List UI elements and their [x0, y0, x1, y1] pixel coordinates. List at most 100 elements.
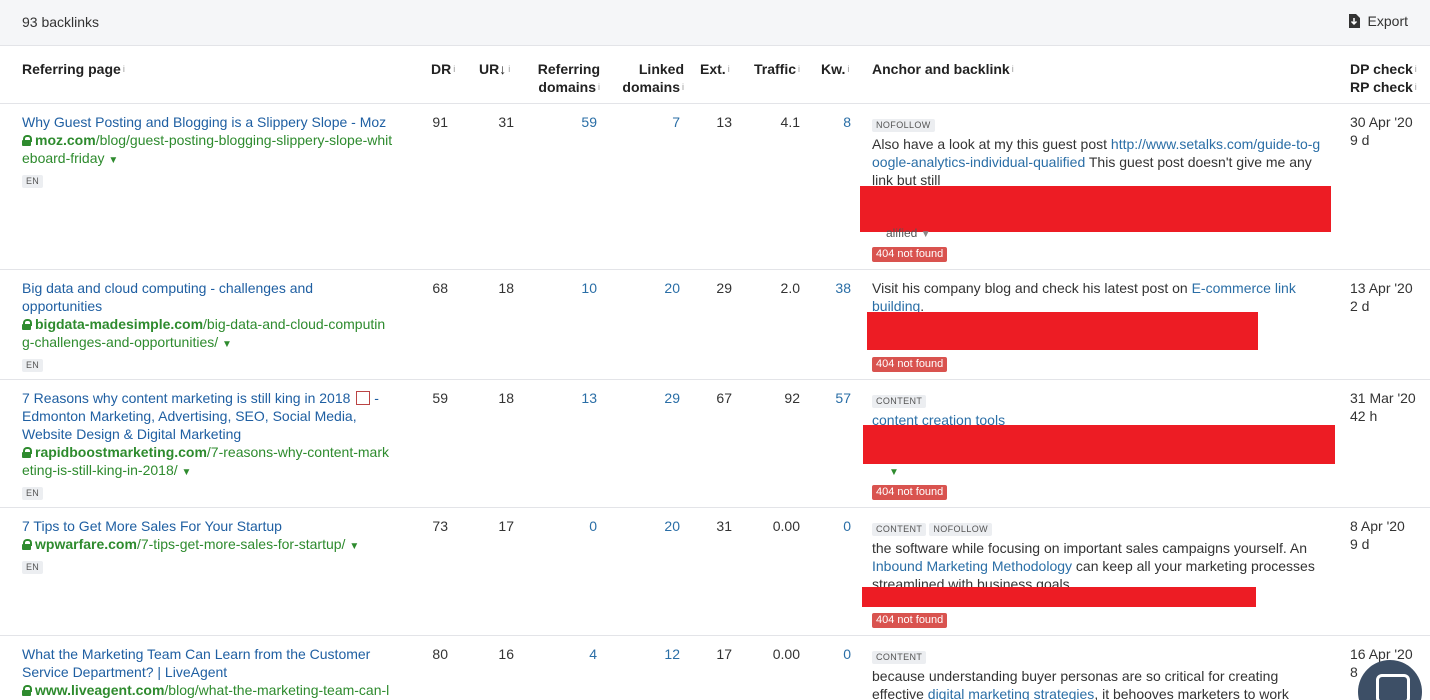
linked-domains-value[interactable]: 7 [620, 113, 680, 131]
check-dates: 31 Mar '20 42 h [1350, 390, 1416, 424]
content-tag: CONTENT [872, 651, 927, 664]
col-ur[interactable]: UR↓ i [479, 60, 510, 78]
referring-page-url[interactable]: moz.com/blog/guest-posting-blogging-slip… [22, 131, 417, 149]
check-dates: 13 Apr '20 2 d [1350, 280, 1413, 314]
lock-icon [22, 447, 32, 458]
content-tag: CONTENT [872, 395, 927, 408]
lock-icon [22, 319, 32, 330]
col-anchor-backlink[interactable]: Anchor and backlink i [872, 60, 1014, 78]
status-badge: 404 not found [872, 247, 948, 262]
referring-page-title[interactable]: 7 Reasons why content marketing is still… [22, 389, 417, 443]
table-row: What the Marketing Team Can Learn from t… [0, 636, 1430, 700]
dr-value: 80 [432, 646, 448, 662]
dr-value: 59 [432, 390, 448, 406]
referring-domains-value[interactable]: 59 [540, 113, 597, 131]
referring-page-title[interactable]: What the Marketing Team Can Learn from t… [22, 645, 417, 681]
chevron-down-icon[interactable]: ▼ [108, 155, 118, 166]
redaction-block [862, 587, 1256, 607]
keywords-value[interactable]: 38 [820, 279, 851, 297]
language-badge: EN [22, 175, 44, 188]
lock-icon [22, 685, 32, 696]
ur-value: 18 [498, 280, 514, 296]
referring-domains-value[interactable]: 10 [540, 279, 597, 297]
status-badge: 404 not found [872, 613, 948, 628]
referring-page-title[interactable]: Big data and cloud computing - challenge… [22, 279, 417, 315]
referring-domains-value[interactable]: 4 [540, 645, 597, 663]
linked-domains-value[interactable]: 29 [620, 389, 680, 407]
nofollow-tag: NOFOLLOW [929, 523, 993, 536]
redaction-block [867, 312, 1258, 350]
keywords-value[interactable]: 0 [820, 645, 851, 663]
ext-value: 31 [716, 518, 732, 534]
referring-page-url[interactable]: bigdata-madesimple.com/big-data-and-clou… [22, 315, 417, 333]
anchor-link[interactable]: digital marketing strategies [928, 686, 1095, 700]
table-row: 7 Reasons why content marketing is still… [0, 380, 1430, 508]
export-icon [1348, 14, 1360, 28]
traffic-value: 2.0 [780, 280, 800, 296]
chevron-down-icon[interactable]: ▼ [222, 339, 232, 350]
redaction-block [860, 186, 1331, 232]
language-badge: EN [22, 487, 44, 500]
status-badge: 404 not found [872, 357, 948, 372]
traffic-value: 4.1 [780, 114, 800, 130]
ext-value: 29 [716, 280, 732, 296]
table-row: Why Guest Posting and Blogging is a Slip… [0, 104, 1430, 270]
col-kw[interactable]: Kw. i [821, 60, 849, 78]
linked-domains-value[interactable]: 20 [620, 517, 680, 535]
nofollow-tag: NOFOLLOW [872, 119, 935, 132]
col-dr[interactable]: DR i [431, 60, 455, 78]
dr-value: 73 [432, 518, 448, 534]
ur-value: 16 [498, 646, 514, 662]
referring-domains-value[interactable]: 0 [540, 517, 597, 535]
anchor-link[interactable]: Inbound Marketing Methodology [872, 558, 1072, 574]
check-dates: 8 Apr '20 9 d [1350, 518, 1405, 552]
referring-page-url[interactable]: wpwarfare.com/7-tips-get-more-sales-for-… [22, 535, 417, 556]
col-ext[interactable]: Ext. i [700, 60, 730, 78]
export-label: Export [1367, 13, 1408, 29]
col-dp-rp-check[interactable]: DP check i RP check i [1350, 60, 1417, 96]
referring-page-url[interactable]: www.liveagent.com/blog/what-the-marketin… [22, 681, 417, 699]
lock-icon [22, 539, 32, 550]
chart-icon [356, 391, 371, 405]
table-row: 7 Tips to Get More Sales For Your Startu… [0, 508, 1430, 636]
col-referring-domains[interactable]: Referring domains i [520, 60, 600, 96]
chevron-down-icon[interactable]: ▼ [889, 464, 899, 482]
backlink-url-fragment: alified ▼ [886, 226, 931, 240]
keywords-value[interactable]: 8 [820, 113, 851, 131]
keywords-value[interactable]: 57 [820, 389, 851, 407]
sort-desc-icon: ↓ [499, 61, 507, 77]
language-badge: EN [22, 561, 44, 574]
anchor-text: Also have a look at my this guest post h… [872, 136, 1321, 188]
backlinks-count: 93 backlinks [22, 14, 100, 30]
lock-icon [22, 135, 32, 146]
content-tag: CONTENT [872, 523, 927, 536]
chevron-down-icon[interactable]: ▼ [349, 541, 359, 552]
export-button[interactable]: Export [1348, 13, 1408, 29]
chevron-down-icon[interactable]: ▼ [182, 467, 192, 478]
referring-page-title[interactable]: 7 Tips to Get More Sales For Your Startu… [22, 517, 417, 535]
ur-value: 17 [498, 518, 514, 534]
linked-domains-value[interactable]: 12 [620, 645, 680, 663]
ext-value: 67 [716, 390, 732, 406]
redaction-block [863, 425, 1335, 464]
status-badge: 404 not found [872, 485, 948, 500]
ur-value: 31 [498, 114, 514, 130]
col-referring-page[interactable]: Referring page i [22, 60, 125, 78]
dr-value: 91 [432, 114, 448, 130]
anchor-text: because understanding buyer personas are… [872, 668, 1289, 700]
keywords-value[interactable]: 0 [820, 517, 851, 535]
referring-page-url[interactable]: rapidboostmarketing.com/7-reasons-why-co… [22, 443, 417, 461]
traffic-value: 0.00 [772, 518, 800, 534]
anchor-text: the software while focusing on important… [872, 540, 1315, 592]
referring-page-title[interactable]: Why Guest Posting and Blogging is a Slip… [22, 113, 417, 131]
dr-value: 68 [432, 280, 448, 296]
traffic-value: 92 [784, 390, 800, 406]
col-linked-domains[interactable]: Linked domains i [600, 60, 684, 96]
col-traffic[interactable]: Traffic i [754, 60, 800, 78]
check-dates: 30 Apr '20 9 d [1350, 114, 1413, 148]
referring-domains-value[interactable]: 13 [540, 389, 597, 407]
ext-value: 13 [716, 114, 732, 130]
anchor-text: Visit his company blog and check his lat… [872, 280, 1296, 314]
linked-domains-value[interactable]: 20 [620, 279, 680, 297]
ext-value: 17 [716, 646, 732, 662]
